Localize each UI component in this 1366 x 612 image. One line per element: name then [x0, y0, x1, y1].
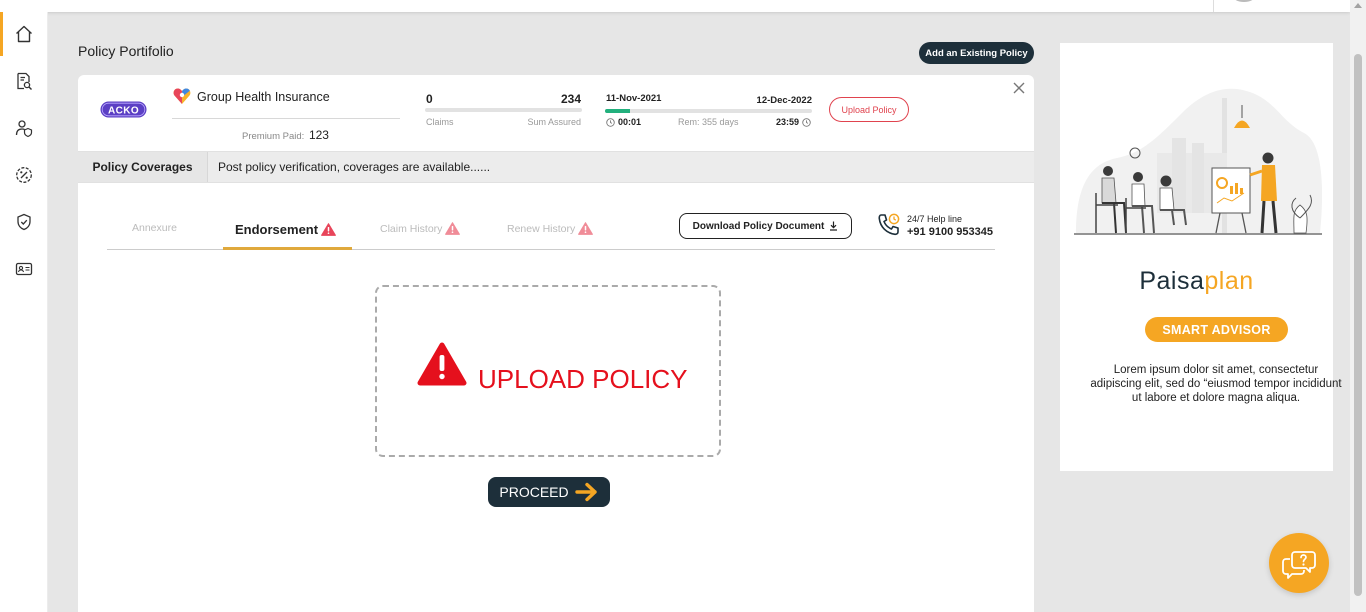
proceed-button[interactable]: PROCEED — [488, 477, 610, 507]
warning-icon — [578, 222, 594, 235]
active-tab-indicator — [223, 247, 352, 250]
claims-label: Claims — [426, 117, 454, 127]
download-policy-document-button[interactable]: Download Policy Document — [679, 213, 852, 239]
percent-badge-icon — [16, 167, 32, 183]
helpline-label: 24/7 Help line — [907, 214, 963, 224]
sum-assured-value: 234 — [560, 92, 581, 106]
sidebar-item-policy-search[interactable] — [0, 59, 48, 103]
user-avatar[interactable] — [1232, 0, 1256, 2]
brand-logo: Paisaplan — [1060, 267, 1333, 296]
product-divider — [172, 118, 400, 119]
product-name: Group Health Insurance — [197, 90, 330, 104]
download-label: Download Policy Document — [692, 220, 825, 232]
upload-policy-text: UPLOAD POLICY — [478, 364, 688, 394]
sidebar-item-offers[interactable] — [0, 153, 48, 197]
add-existing-policy-button[interactable]: Add an Existing Policy — [919, 42, 1034, 64]
tab-annexure[interactable]: Annexure — [132, 222, 177, 234]
tenure-progress-fill — [605, 109, 630, 113]
page-scrollbar[interactable] — [1350, 0, 1366, 612]
premium-paid: Premium Paid: 123 — [242, 128, 329, 142]
tab-endorsement[interactable]: Endorsement — [235, 222, 337, 237]
scrollbar-thumb[interactable] — [1354, 54, 1362, 596]
tab-label: Claim History — [380, 222, 443, 235]
proceed-label: PROCEED — [499, 484, 569, 500]
policy-coverages-bar: Policy Coverages Post policy verificatio… — [78, 151, 1034, 183]
tab-label: Endorsement — [235, 222, 319, 237]
premium-value: 123 — [308, 128, 329, 142]
tab-label: Renew History — [507, 222, 576, 235]
policy-start-date: 11-Nov-2021 — [606, 93, 662, 104]
meeting-illustration — [1074, 88, 1322, 235]
policy-end-date: 12-Dec-2022 — [756, 95, 812, 106]
arrow-right-icon — [574, 482, 597, 502]
home-icon — [16, 25, 32, 43]
chat-help-button[interactable] — [1269, 533, 1329, 593]
scroll-up-arrow[interactable] — [1354, 3, 1362, 8]
policy-start-time: 00:01 — [606, 117, 641, 127]
tab-claim-history[interactable]: Claim History — [380, 222, 461, 235]
phone-clock-icon — [878, 213, 900, 236]
sidebar-item-id-card[interactable] — [0, 247, 48, 291]
chat-question-icon — [1282, 551, 1316, 579]
topbar-divider — [1213, 0, 1214, 12]
page-title: Policy Portifolio — [78, 43, 174, 59]
start-time-text: 00:01 — [618, 117, 642, 127]
upload-policy-button[interactable]: Upload Policy — [829, 97, 909, 122]
id-card-icon — [15, 262, 33, 276]
brand-part-1: Paisa — [1139, 267, 1205, 295]
tab-renew-history[interactable]: Renew History — [507, 222, 594, 235]
close-icon[interactable] — [1011, 80, 1027, 96]
tab-label: Annexure — [132, 222, 177, 234]
policy-end-time: 23:59 — [776, 117, 811, 127]
clock-icon — [606, 117, 615, 127]
advisor-ad-card: Paisaplan SMART ADVISOR Lorem ipsum dolo… — [1060, 43, 1342, 471]
sidebar-item-home[interactable] — [0, 12, 48, 56]
smart-advisor-button[interactable]: SMART ADVISOR — [1145, 317, 1288, 342]
brand-part-2: plan — [1204, 267, 1254, 295]
sidebar-item-protection[interactable] — [0, 200, 48, 244]
insurer-logo-text: ACKO — [108, 105, 139, 116]
coverage-label: Policy Coverages — [78, 152, 208, 182]
download-icon — [830, 221, 838, 231]
sidebar — [0, 12, 48, 612]
user-shield-icon — [15, 120, 33, 138]
sum-assured-label: Sum Assured — [527, 117, 581, 127]
clock-icon — [802, 117, 811, 127]
top-bar — [0, 0, 1350, 12]
coverage-text: Post policy verification, coverages are … — [218, 160, 491, 174]
helpline-number[interactable]: +91 9100 953345 — [907, 226, 993, 238]
remaining-days: Rem: 355 days — [678, 117, 739, 127]
insurer-logo: ACKO — [100, 101, 147, 118]
end-time-text: 23:59 — [776, 117, 800, 127]
ad-description: Lorem ipsum dolor sit amet, consectetur … — [1090, 364, 1342, 404]
premium-label: Premium Paid: — [242, 131, 305, 142]
shield-check-icon — [17, 213, 31, 231]
warning-icon — [321, 223, 337, 236]
document-search-icon — [17, 72, 32, 90]
warning-icon — [445, 222, 461, 235]
health-heart-icon — [173, 88, 191, 104]
sidebar-item-user-insurance[interactable] — [0, 106, 48, 150]
claims-progress-bar — [425, 108, 582, 112]
tenure-progress-bar — [605, 109, 812, 113]
claims-count: 0 — [426, 92, 433, 106]
warning-icon — [417, 342, 467, 386]
